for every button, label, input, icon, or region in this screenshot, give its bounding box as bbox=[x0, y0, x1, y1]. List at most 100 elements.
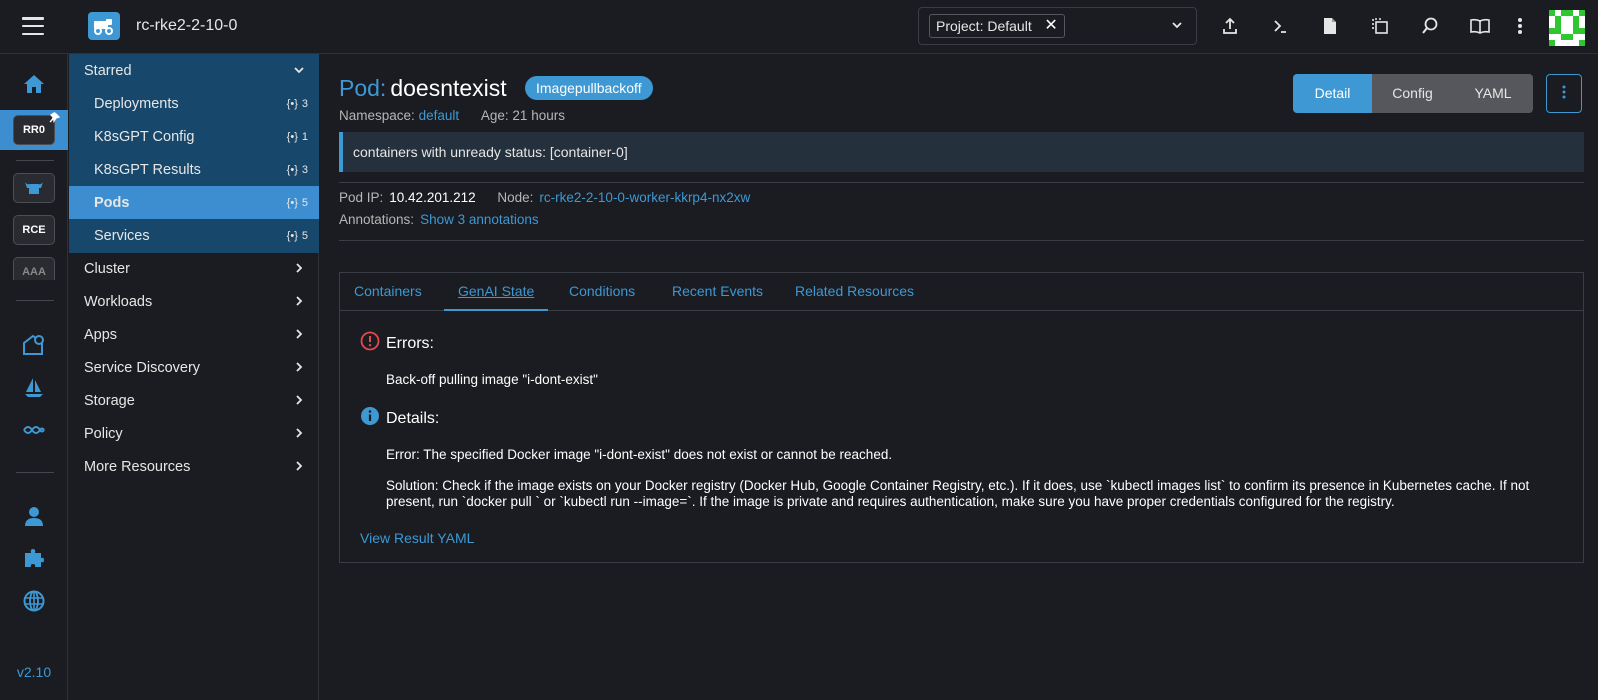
namespace-label: Namespace: bbox=[339, 108, 415, 123]
globe-icon[interactable] bbox=[0, 588, 68, 614]
config-view-button[interactable]: Config bbox=[1372, 74, 1453, 113]
resource-meta: Namespace: default Age: 21 hours bbox=[339, 108, 565, 123]
tab-related-resources[interactable]: Related Resources bbox=[795, 273, 914, 311]
resource-kind-label: Pod: bbox=[339, 75, 387, 101]
view-result-yaml-link[interactable]: View Result YAML bbox=[360, 530, 474, 546]
copy-kubeconfig-icon[interactable] bbox=[1369, 15, 1391, 37]
chevron-down-icon bbox=[293, 63, 305, 79]
pod-ip-row: Pod IP: 10.42.201.212 Node: rc-rke2-2-10-0… bbox=[339, 190, 750, 205]
annotations-row: Annotations: Show 3 annotations bbox=[339, 212, 539, 227]
nav-group-storage[interactable]: Storage bbox=[69, 384, 319, 417]
cluster-item-rce[interactable]: RCE bbox=[0, 214, 68, 246]
puzzle-icon[interactable] bbox=[0, 546, 68, 570]
nav-group-label: Starred bbox=[84, 62, 132, 79]
chevron-right-icon bbox=[293, 294, 305, 310]
nav-group-label: More Resources bbox=[84, 458, 191, 475]
warning-banner: containers with unready status: [contain… bbox=[339, 132, 1584, 172]
nav-group-label: Storage bbox=[84, 392, 135, 409]
project-namespace-filter[interactable]: Project: Default ✕ bbox=[918, 7, 1197, 45]
error-icon bbox=[360, 331, 380, 356]
divider bbox=[339, 182, 1584, 183]
nav-group-more-resources[interactable]: More Resources bbox=[69, 450, 319, 483]
annotations-label: Annotations: bbox=[339, 212, 415, 227]
node-link[interactable]: rc-rke2-2-10-0-worker-kkrp4-nx2xw bbox=[539, 190, 750, 205]
page-title: Pod: doesntexist bbox=[339, 75, 507, 102]
user-icon[interactable] bbox=[0, 504, 68, 528]
chevron-right-icon bbox=[293, 393, 305, 409]
nav-group-service-discovery[interactable]: Service Discovery bbox=[69, 351, 319, 384]
search-icon[interactable] bbox=[1419, 15, 1441, 37]
divider bbox=[339, 240, 1584, 241]
pod-ip-value: 10.42.201.212 bbox=[389, 190, 476, 205]
tab-genai-state[interactable]: GenAI State bbox=[444, 273, 549, 311]
top-header: rc-rke2-2-10-0 Project: Default ✕ bbox=[0, 0, 1598, 54]
cluster-name: rc-rke2-2-10-0 bbox=[136, 17, 238, 34]
nav-group-cluster[interactable]: Cluster bbox=[69, 252, 319, 285]
detail-view-button[interactable]: Detail bbox=[1293, 74, 1372, 113]
chevron-right-icon bbox=[293, 459, 305, 475]
cow-icon bbox=[13, 173, 55, 203]
nav-item-pods[interactable]: Pods {•} 5 bbox=[69, 186, 319, 219]
age-value: 21 hours bbox=[512, 108, 565, 123]
side-navigation: Starred Deployments {•} 3 K8sGPT Config {… bbox=[69, 54, 319, 700]
details-solution-text: Solution: Check if the image exists on y… bbox=[386, 478, 1530, 509]
namespaced-icon: {•} bbox=[286, 97, 298, 110]
close-icon[interactable]: ✕ bbox=[1044, 15, 1057, 37]
menu-icon[interactable] bbox=[22, 17, 44, 35]
nav-item-services[interactable]: Services {•} 5 bbox=[69, 219, 319, 252]
fleet-icon[interactable] bbox=[0, 332, 68, 358]
resource-count: {•} 1 bbox=[286, 130, 308, 143]
namespace-link[interactable]: default bbox=[419, 108, 460, 123]
sailboat-icon[interactable] bbox=[0, 374, 68, 400]
actions-menu-button[interactable] bbox=[1546, 74, 1582, 113]
chevron-right-icon bbox=[293, 360, 305, 376]
download-kubeconfig-icon[interactable] bbox=[1319, 15, 1341, 37]
import-yaml-icon[interactable] bbox=[1219, 15, 1241, 37]
chevron-right-icon bbox=[293, 327, 305, 343]
chevron-right-icon bbox=[293, 261, 305, 277]
kubectl-shell-icon[interactable] bbox=[1269, 15, 1291, 37]
details-error-text: Error: The specified Docker image "i-don… bbox=[386, 447, 893, 462]
project-filter-label: Project: Default bbox=[936, 18, 1032, 34]
nav-group-starred[interactable]: Starred bbox=[69, 54, 319, 87]
node-label: Node: bbox=[497, 190, 534, 205]
resource-count: {•} 3 bbox=[286, 97, 308, 110]
nav-item-k8sgpt-config[interactable]: K8sGPT Config {•} 1 bbox=[69, 120, 319, 153]
errors-heading: Errors: bbox=[360, 331, 434, 356]
project-filter-tag: Project: Default ✕ bbox=[929, 14, 1065, 38]
cluster-rail: RR0 RCE AAA v2.10 bbox=[0, 54, 68, 700]
namespaced-icon: {•} bbox=[286, 130, 298, 143]
nav-group-label: Service Discovery bbox=[84, 359, 201, 376]
tab-bar: Containers GenAI State Conditions Recent… bbox=[340, 273, 1583, 311]
nav-item-label: K8sGPT Results bbox=[94, 161, 201, 178]
extensions-weave-icon[interactable] bbox=[0, 418, 68, 442]
yaml-view-button[interactable]: YAML bbox=[1453, 74, 1533, 113]
nav-group-policy[interactable]: Policy bbox=[69, 417, 319, 450]
nav-item-k8sgpt-results[interactable]: K8sGPT Results {•} 3 bbox=[69, 153, 319, 186]
cluster-item-aaa[interactable]: AAA bbox=[0, 256, 68, 280]
tab-conditions[interactable]: Conditions bbox=[569, 273, 635, 311]
nav-group-label: Apps bbox=[84, 326, 118, 343]
resource-count: {•} 5 bbox=[286, 229, 308, 242]
chevron-down-icon[interactable] bbox=[1170, 18, 1184, 35]
nav-item-deployments[interactable]: Deployments {•} 3 bbox=[69, 87, 319, 120]
version-label[interactable]: v2.10 bbox=[0, 664, 68, 680]
nav-group-apps[interactable]: Apps bbox=[69, 318, 319, 351]
cluster-item-rr0[interactable]: RR0 bbox=[0, 110, 68, 150]
resource-count: {•} 3 bbox=[286, 163, 308, 176]
show-annotations-link[interactable]: Show 3 annotations bbox=[420, 212, 539, 227]
rail-divider bbox=[16, 300, 54, 301]
nav-item-label: Pods bbox=[94, 194, 130, 211]
nav-item-label: K8sGPT Config bbox=[94, 128, 195, 145]
home-icon[interactable] bbox=[0, 72, 68, 96]
cluster-item-local[interactable] bbox=[0, 172, 68, 204]
docs-book-icon[interactable] bbox=[1469, 15, 1491, 37]
tab-containers[interactable]: Containers bbox=[354, 273, 422, 311]
user-avatar[interactable] bbox=[1549, 10, 1585, 46]
more-vertical-icon[interactable] bbox=[1509, 15, 1531, 37]
cluster-badge-rce: RCE bbox=[13, 215, 55, 245]
view-mode-toggle: Detail Config YAML bbox=[1293, 74, 1533, 113]
nav-group-workloads[interactable]: Workloads bbox=[69, 285, 319, 318]
tab-recent-events[interactable]: Recent Events bbox=[672, 273, 763, 311]
status-badge: Imagepullbackoff bbox=[525, 76, 653, 100]
